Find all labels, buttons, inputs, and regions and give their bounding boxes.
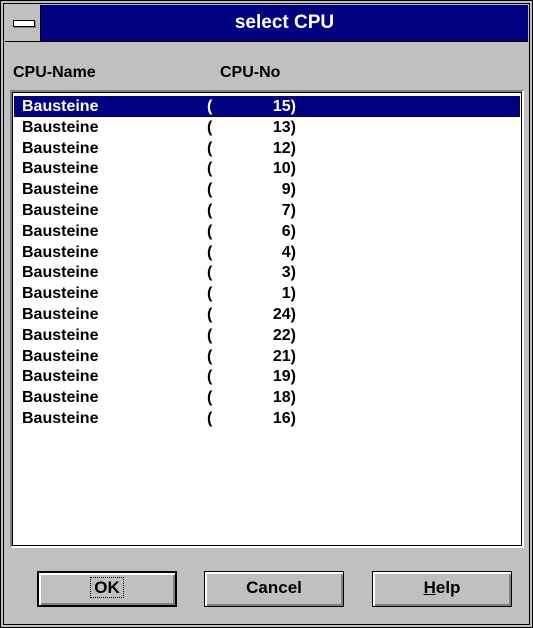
list-item[interactable]: Bausteine(12) (14, 138, 520, 159)
cpu-number: 22) (272, 326, 296, 344)
list-item[interactable]: Bausteine(6) (14, 221, 520, 242)
cpu-number: 18) (272, 389, 296, 407)
title-bar: select CPU (5, 5, 528, 42)
help-button[interactable]: Help (372, 571, 512, 607)
cpu-name: Bausteine (22, 181, 99, 199)
cancel-button-label: Cancel (246, 578, 302, 597)
cpu-number: 7) (281, 202, 296, 219)
cpu-number: 1) (281, 285, 296, 303)
cpu-name: Bausteine (22, 410, 99, 427)
list-item[interactable]: Bausteine(24) (14, 304, 520, 325)
list-item[interactable]: Bausteine(15) (14, 96, 520, 117)
cpu-number: 9) (281, 181, 296, 199)
cpu-number: 21) (272, 347, 296, 365)
cancel-button[interactable]: Cancel (204, 571, 344, 607)
cpu-name: Bausteine (22, 139, 99, 157)
cpu-number: 6) (281, 222, 296, 240)
list-item[interactable]: Bausteine(16) (14, 408, 520, 429)
list-item[interactable]: Bausteine(3) (14, 262, 520, 283)
list-item[interactable]: Bausteine(4) (14, 242, 520, 263)
list-item[interactable]: Bausteine(13) (14, 117, 520, 138)
cpu-number: 3) (281, 264, 296, 282)
cpu-name: Bausteine (22, 389, 99, 407)
cpu-number: 15) (272, 98, 296, 115)
list-item[interactable]: Bausteine(7) (14, 200, 520, 221)
cpu-name: Bausteine (22, 368, 99, 386)
cpu-name: Bausteine (22, 98, 99, 115)
system-menu-icon[interactable] (5, 5, 41, 41)
cpu-number: 16) (272, 410, 296, 427)
help-button-mnemonic: H (423, 578, 436, 597)
list-item[interactable]: Bausteine(1) (14, 283, 520, 304)
list-item[interactable]: Bausteine(9) (14, 179, 520, 200)
cpu-name: Bausteine (22, 264, 99, 282)
list-item[interactable]: Bausteine(21) (14, 346, 520, 367)
cpu-name: Bausteine (22, 118, 99, 136)
help-button-label: elp (435, 578, 461, 597)
cpu-name: Bausteine (22, 243, 99, 261)
cpu-name: Bausteine (22, 285, 99, 303)
list-item[interactable]: Bausteine(22) (14, 325, 520, 346)
cpu-number: 24) (272, 306, 296, 323)
list-item[interactable]: Bausteine(10) (14, 158, 520, 179)
cpu-number: 13) (272, 118, 296, 136)
select-cpu-dialog: select CPU CPU-Name CPU-No Bausteine(15)… (0, 0, 533, 628)
ok-button-label: OK (90, 577, 124, 598)
cpu-number: 4) (281, 243, 296, 261)
system-menu-bar (13, 20, 35, 27)
column-header-cpu-name: CPU-Name (13, 64, 96, 81)
window-title: select CPU (234, 12, 335, 33)
cpu-name: Bausteine (22, 347, 99, 365)
cpu-list-body: Bausteine(15) Bausteine(13) Bausteine(12) B… (12, 92, 522, 546)
cpu-name: Bausteine (22, 160, 99, 178)
cpu-number: 10) (272, 160, 296, 178)
ok-button[interactable]: OK (37, 571, 177, 607)
cpu-name: Bausteine (22, 202, 99, 219)
list-item[interactable]: Bausteine(19) (14, 366, 520, 387)
list-item[interactable]: Bausteine(18) (14, 387, 520, 408)
column-header-cpu-no: CPU-No (220, 64, 281, 81)
cpu-name: Bausteine (22, 306, 99, 323)
cpu-number: 12) (272, 139, 296, 157)
cpu-number: 19) (272, 368, 296, 386)
cpu-list[interactable]: Bausteine(15) Bausteine(13) Bausteine(12) B… (10, 90, 524, 548)
cpu-name: Bausteine (22, 222, 99, 240)
cpu-name: Bausteine (22, 326, 99, 344)
